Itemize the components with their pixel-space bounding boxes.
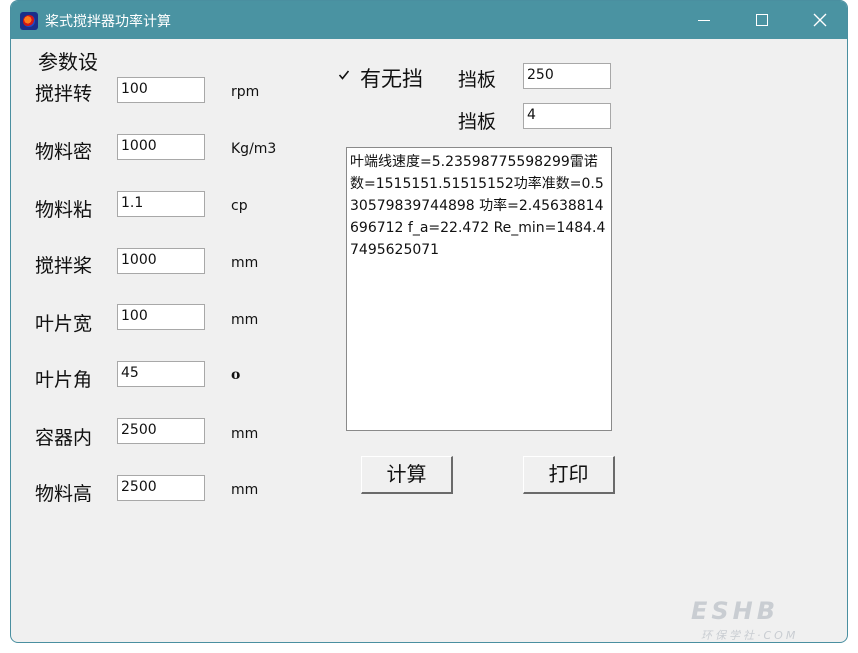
close-icon [813,13,827,27]
blade-width-label: 叶片宽 [35,313,93,335]
close-button[interactable] [791,1,847,39]
watermark-caption: 环保学社·COM [701,629,799,642]
maximize-icon [756,14,768,26]
density-unit: Kg/m3 [231,141,277,157]
blade-angle-label: 叶片角 [35,369,93,391]
viscosity-label: 物料粘 [35,199,93,221]
watermark-logo: ESHB [691,597,780,625]
impeller-diameter-unit: mm [231,255,259,271]
app-icon [20,12,38,30]
app-window: 桨式搅拌器功率计算 参数设 搅拌转 100 rpm 物料密 1000 Kg/m3… [10,0,848,643]
calculate-button[interactable]: 计算 [361,456,453,494]
baffle-checkbox[interactable] [338,69,350,81]
print-button[interactable]: 打印 [523,456,615,494]
title-bar[interactable]: 桨式搅拌器功率计算 [11,1,847,39]
liquid-height-label: 物料高 [35,483,93,505]
density-label: 物料密 [35,141,93,163]
blade-angle-unit: o [231,367,241,383]
liquid-height-input[interactable]: 2500 [117,475,205,501]
viscosity-unit: cp [231,198,248,214]
viscosity-input[interactable]: 1.1 [117,191,205,217]
vessel-diameter-unit: mm [231,426,259,442]
blade-width-unit: mm [231,312,259,328]
baffle-width-label: 挡板 [458,69,497,91]
minimize-button[interactable] [675,1,733,39]
baffle-count-input[interactable]: 4 [523,103,611,129]
blade-width-input[interactable]: 100 [117,304,205,330]
baffle-checkbox-label[interactable]: 有无挡 [360,63,423,93]
impeller-diameter-input[interactable]: 1000 [117,248,205,274]
minimize-icon [698,20,710,21]
vessel-diameter-input[interactable]: 2500 [117,418,205,444]
result-output[interactable]: 叶端线速度=5.23598775598299雷诺数=1515151.515151… [346,147,612,431]
rotation-speed-unit: rpm [231,84,260,100]
density-input[interactable]: 1000 [117,134,205,160]
blade-angle-input[interactable]: 45 [117,361,205,387]
vessel-diameter-label: 容器内 [35,427,93,449]
window-title: 桨式搅拌器功率计算 [45,14,171,30]
baffle-count-label: 挡板 [458,111,497,133]
impeller-diameter-label: 搅拌桨 [35,255,93,277]
maximize-button[interactable] [733,1,791,39]
rotation-speed-input[interactable]: 100 [117,77,205,103]
baffle-width-input[interactable]: 250 [523,63,611,89]
rotation-speed-label: 搅拌转 [35,83,93,105]
params-section-title: 参数设 [38,50,98,74]
liquid-height-unit: mm [231,482,259,498]
